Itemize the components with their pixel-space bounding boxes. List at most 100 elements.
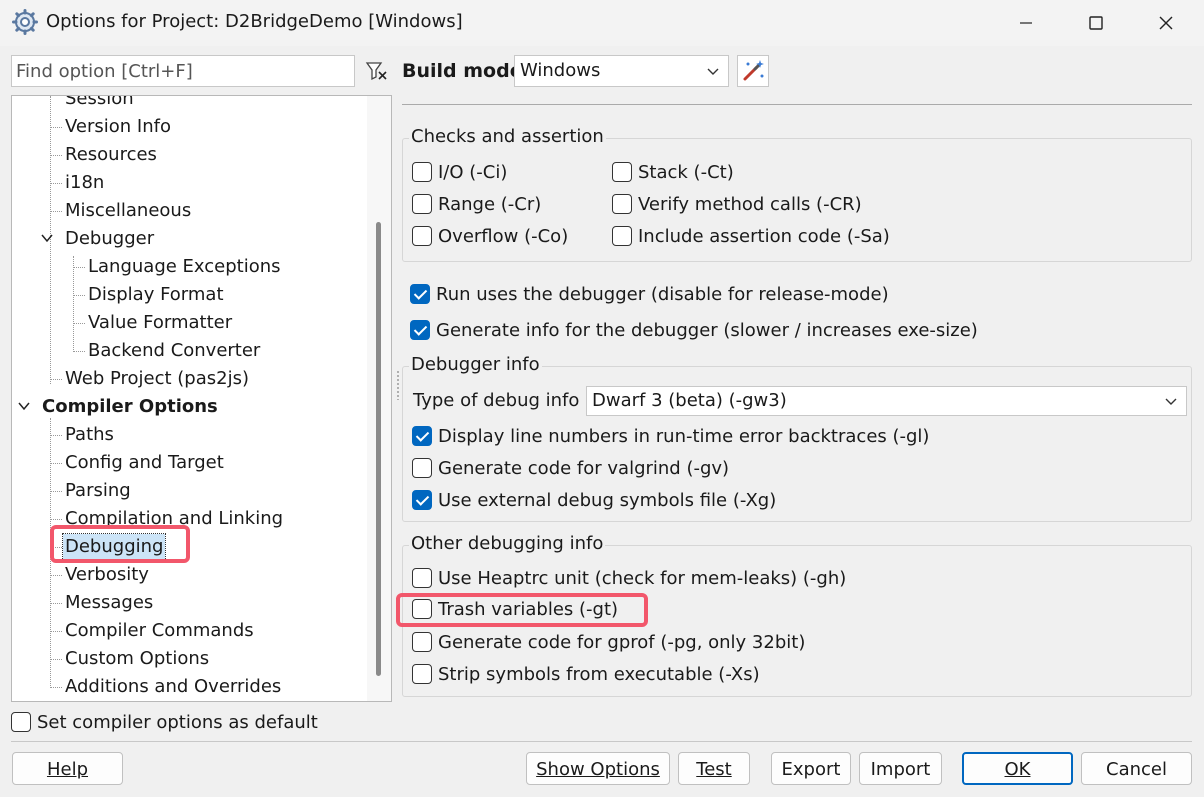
debug-info-type-value: Dwarf 3 (beta) (-gw3) — [592, 390, 787, 411]
find-option-input[interactable] — [11, 55, 355, 87]
show-options-button[interactable]: Show Options — [526, 752, 670, 785]
line-numbers-checkbox[interactable]: Display line numbers in run-time error b… — [412, 424, 929, 448]
test-label: Test — [696, 759, 732, 780]
tree-item-custom-options[interactable]: Custom Options — [65, 645, 209, 673]
chevron-down-icon[interactable] — [40, 231, 54, 245]
chevron-down-icon — [707, 68, 719, 75]
ok-label: OK — [1004, 759, 1031, 780]
checkbox-box[interactable] — [412, 162, 432, 182]
range-label: Range (-Cr) — [438, 193, 542, 215]
checkbox-box[interactable] — [11, 712, 31, 732]
ok-button[interactable]: OK — [962, 752, 1073, 785]
minimize-icon — [1020, 22, 1032, 24]
checkbox-box[interactable] — [410, 284, 430, 304]
build-mode-label: Build mode — [402, 60, 523, 82]
tree-item-debugger[interactable]: Debugger — [65, 225, 154, 253]
chevron-down-icon[interactable] — [17, 399, 31, 413]
checkbox-box[interactable] — [612, 226, 632, 246]
window-title: Options for Project: D2BridgeDemo [Windo… — [46, 11, 463, 32]
tree-scrollbar-thumb[interactable] — [376, 222, 381, 676]
import-button[interactable]: Import — [859, 752, 942, 785]
io-label: I/O (-Ci) — [438, 161, 508, 183]
debugger-info-title: Debugger info — [409, 354, 542, 375]
help-label: Help — [46, 759, 89, 780]
gprof-checkbox[interactable]: Generate code for gprof (-pg, only 32bit… — [412, 630, 805, 654]
heaptrc-checkbox[interactable]: Use Heaptrc unit (check for mem-leaks) (… — [412, 566, 846, 590]
clear-filter-button[interactable] — [362, 55, 392, 87]
tree-item-parsing[interactable]: Parsing — [65, 477, 131, 505]
gprof-label: Generate code for gprof (-pg, only 32bit… — [438, 631, 806, 653]
overflow-label: Overflow (-Co) — [438, 225, 569, 247]
checkbox-box[interactable] — [410, 320, 430, 340]
checkbox-box[interactable] — [412, 426, 432, 446]
checkbox-box[interactable] — [412, 664, 432, 684]
debug-info-type-select[interactable]: Dwarf 3 (beta) (-gw3) — [586, 386, 1187, 416]
checkbox-box[interactable] — [412, 568, 432, 588]
checkbox-box[interactable] — [412, 458, 432, 478]
tree-item-resources[interactable]: Resources — [65, 141, 157, 169]
valgrind-label: Generate code for valgrind (-gv) — [438, 457, 730, 479]
tree-item-config-and-target[interactable]: Config and Target — [65, 449, 224, 477]
checkbox-box[interactable] — [412, 490, 432, 510]
tree-item-display-format[interactable]: Display Format — [88, 281, 224, 309]
minimize-button[interactable] — [1006, 8, 1046, 38]
tree-item-messages[interactable]: Messages — [65, 589, 153, 617]
tree-item-version-info[interactable]: Version Info — [65, 113, 171, 141]
heaptrc-label: Use Heaptrc unit (check for mem-leaks) (… — [438, 567, 847, 589]
tree-item-i18n[interactable]: i18n — [65, 169, 104, 197]
generate-debug-info-checkbox[interactable]: Generate info for the debugger (slower /… — [410, 318, 978, 342]
checkbox-box[interactable] — [412, 194, 432, 214]
bottom-separator — [11, 741, 1192, 742]
highlight-box — [396, 593, 648, 627]
tree-item-miscellaneous[interactable]: Miscellaneous — [65, 197, 191, 225]
tree-item-value-formatter[interactable]: Value Formatter — [88, 309, 232, 337]
tree-item-paths[interactable]: Paths — [65, 421, 114, 449]
checkbox-box[interactable] — [412, 226, 432, 246]
set-default-checkbox[interactable]: Set compiler options as default — [11, 710, 318, 734]
verify-method-calls-checkbox[interactable]: Verify method calls (-CR) — [612, 192, 862, 216]
checkbox-box[interactable] — [412, 632, 432, 652]
chevron-down-icon — [1165, 398, 1177, 405]
line-numbers-label: Display line numbers in run-time error b… — [438, 425, 930, 447]
build-mode-edit-button[interactable] — [737, 55, 769, 87]
tree-item-compiler-options[interactable]: Compiler Options — [42, 393, 218, 421]
debug-type-label: Type of debug info — [413, 390, 580, 411]
external-symbols-checkbox[interactable]: Use external debug symbols file (-Xg) — [412, 488, 776, 512]
verify-label: Verify method calls (-CR) — [638, 193, 862, 215]
splitter-handle[interactable] — [396, 370, 400, 400]
range-checkbox[interactable]: Range (-Cr) — [412, 192, 541, 216]
external-label: Use external debug symbols file (-Xg) — [438, 489, 777, 511]
run-uses-debugger-checkbox[interactable]: Run uses the debugger (disable for relea… — [410, 282, 889, 306]
maximize-button[interactable] — [1076, 8, 1116, 38]
tree-item-verbosity[interactable]: Verbosity — [65, 561, 149, 589]
checkbox-box[interactable] — [612, 194, 632, 214]
title-bar: Options for Project: D2BridgeDemo [Windo… — [0, 0, 1204, 46]
cancel-button[interactable]: Cancel — [1081, 752, 1192, 785]
checkbox-box[interactable] — [612, 162, 632, 182]
tree-item-session[interactable]: Session — [65, 96, 134, 113]
test-button[interactable]: Test — [678, 752, 750, 785]
options-tree[interactable]: Session Version Info Resources i18n Misc… — [11, 95, 392, 702]
other-debugging-title: Other debugging info — [409, 533, 606, 554]
maximize-icon — [1089, 16, 1103, 30]
io-checkbox[interactable]: I/O (-Ci) — [412, 160, 507, 184]
valgrind-checkbox[interactable]: Generate code for valgrind (-gv) — [412, 456, 729, 480]
overflow-checkbox[interactable]: Overflow (-Co) — [412, 224, 568, 248]
highlight-box — [50, 525, 190, 563]
export-button[interactable]: Export — [771, 752, 851, 785]
close-button[interactable] — [1146, 8, 1186, 38]
tree-item-additions-and-overrides[interactable]: Additions and Overrides — [65, 673, 281, 701]
run-debugger-label: Run uses the debugger (disable for relea… — [436, 283, 889, 305]
checks-group-title: Checks and assertion — [409, 126, 606, 147]
tree-item-language-exceptions[interactable]: Language Exceptions — [88, 253, 281, 281]
assertion-code-checkbox[interactable]: Include assertion code (-Sa) — [612, 224, 890, 248]
build-mode-select[interactable]: Windows — [514, 55, 729, 87]
tree-item-compiler-commands[interactable]: Compiler Commands — [65, 617, 254, 645]
help-button[interactable]: Help — [12, 752, 123, 785]
stack-checkbox[interactable]: Stack (-Ct) — [612, 160, 734, 184]
tree-item-backend-converter[interactable]: Backend Converter — [88, 337, 260, 365]
strip-symbols-checkbox[interactable]: Strip symbols from executable (-Xs) — [412, 662, 760, 686]
tree-item-web-project[interactable]: Web Project (pas2js) — [65, 365, 249, 393]
show-options-label: Show Options — [536, 759, 660, 780]
gear-app-icon — [12, 9, 38, 35]
